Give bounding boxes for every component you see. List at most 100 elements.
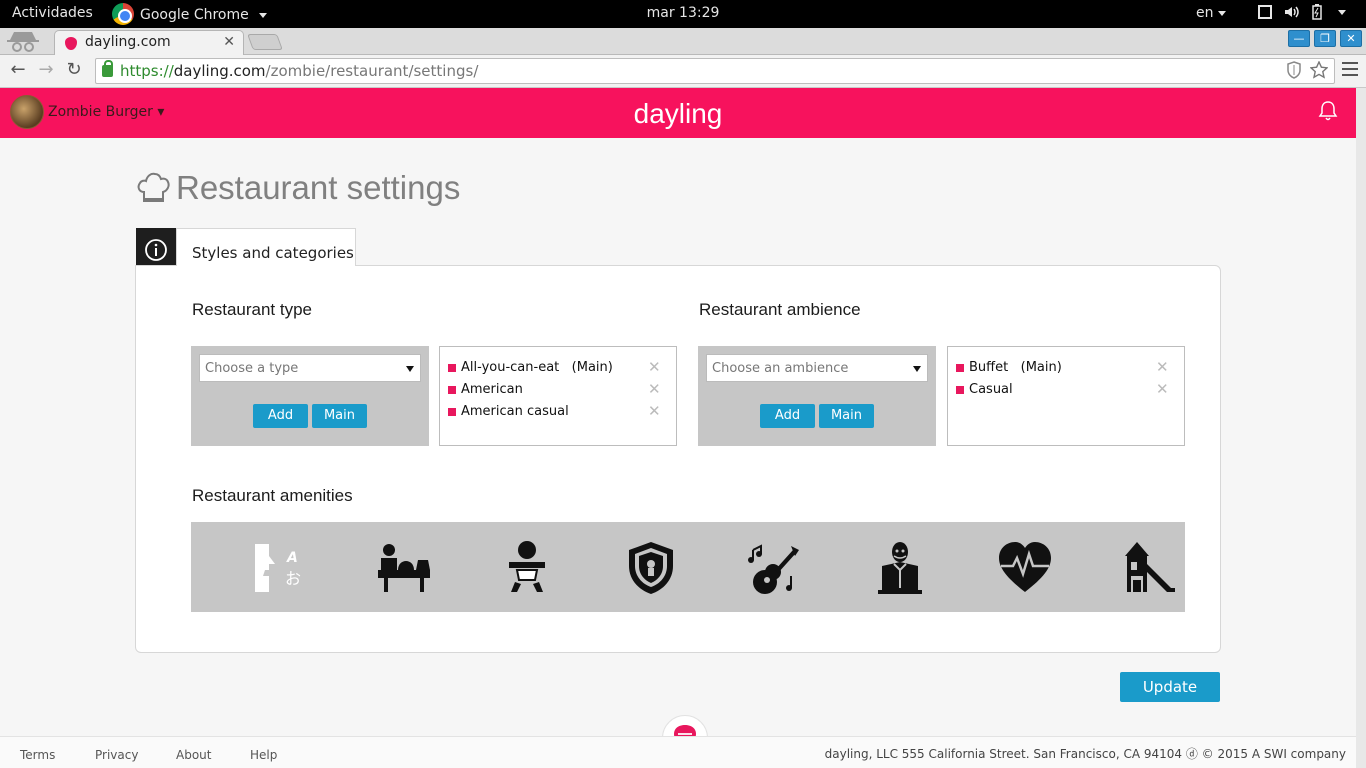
volume-icon [1285, 6, 1299, 18]
restaurant-type-title: Restaurant type [192, 300, 313, 319]
list-item[interactable]: Casual ✕ [956, 380, 1169, 398]
footer-link-help[interactable]: Help [250, 748, 277, 762]
activities-button[interactable]: Actividades [12, 5, 93, 21]
tag-marker [448, 385, 456, 394]
new-tab-button[interactable] [247, 34, 283, 50]
svg-text:A: A [286, 550, 298, 566]
update-button[interactable]: Update [1120, 672, 1220, 702]
tag-marker [956, 363, 964, 372]
type-select-placeholder: Choose a type [205, 361, 299, 376]
list-item[interactable]: Buffet (Main) ✕ [956, 358, 1169, 376]
svg-text:お: お [285, 569, 301, 588]
battery-icon [1312, 4, 1322, 20]
system-top-bar: Actividades Google Chrome mar 13:29 en [0, 0, 1366, 28]
tag-marker [448, 363, 456, 372]
remove-icon[interactable]: ✕ [648, 402, 661, 420]
footer-address: dayling, LLC 555 California Street. San … [824, 747, 1346, 761]
chevron-down-icon [1338, 9, 1346, 15]
app-menu-label: Google Chrome [140, 7, 249, 23]
incognito-icon [7, 32, 39, 52]
footer-link-privacy[interactable]: Privacy [95, 748, 138, 762]
add-ambience-button[interactable]: Add [760, 404, 815, 428]
dayling-logo[interactable]: dayling [0, 98, 1356, 130]
caret-down-icon [913, 366, 921, 372]
chevron-down-icon [1217, 10, 1226, 16]
reload-icon[interactable]: ↻ [64, 60, 84, 80]
add-type-button[interactable]: Add [253, 404, 308, 428]
bell-icon[interactable] [1318, 100, 1338, 122]
forward-icon[interactable]: → [36, 60, 56, 80]
minimize-icon[interactable]: — [1288, 30, 1310, 47]
system-status-menu[interactable] [1258, 4, 1346, 20]
close-tab-icon[interactable]: ✕ [223, 34, 235, 50]
tag-main-suffix: (Main) [1020, 360, 1062, 375]
page-scrollbar[interactable] [1356, 88, 1366, 768]
main-ambience-button[interactable]: Main [819, 404, 874, 428]
tag-label: Casual [969, 382, 1013, 397]
remove-icon[interactable]: ✕ [1156, 380, 1169, 398]
tag-marker [956, 385, 964, 394]
butler-icon[interactable] [872, 540, 928, 596]
url-host: dayling.com [173, 62, 266, 80]
language-label: en [1196, 5, 1214, 21]
restaurant-amenities-title: Restaurant amenities [192, 486, 353, 505]
reception-desk-icon[interactable] [374, 540, 430, 596]
info-icon [145, 238, 167, 261]
baby-icon[interactable] [499, 540, 555, 596]
app-header: Zombie Burger ▾ dayling [0, 88, 1356, 138]
playground-icon[interactable] [1121, 540, 1177, 596]
ambience-list: Buffet (Main) ✕ Casual ✕ [947, 346, 1185, 446]
tag-label: All-you-can-eat [461, 360, 560, 375]
tag-marker [448, 407, 456, 416]
chevron-down-icon [258, 12, 267, 18]
tag-label: American [461, 382, 523, 397]
remove-icon[interactable]: ✕ [1156, 358, 1169, 376]
page-title: Restaurant settings [176, 169, 461, 206]
bookmark-star-icon[interactable] [1310, 61, 1328, 79]
language-selector[interactable]: en [1196, 5, 1226, 21]
lock-icon [102, 60, 113, 77]
page-header: Restaurant settings [136, 168, 460, 208]
caret-down-icon [406, 366, 414, 372]
app-menu[interactable]: Google Chrome [112, 3, 267, 25]
main-type-button[interactable]: Main [312, 404, 367, 428]
address-bar[interactable]: https://dayling.com/zombie/restaurant/se… [95, 58, 1335, 84]
amenities-strip: A お [191, 522, 1185, 612]
tab-title: dayling.com [85, 34, 171, 50]
type-list: All-you-can-eat (Main) ✕ American ✕ Amer… [439, 346, 677, 446]
list-item[interactable]: All-you-can-eat (Main) ✕ [448, 358, 661, 376]
language-icon[interactable]: A お [251, 540, 307, 596]
ambience-select-placeholder: Choose an ambience [712, 361, 849, 376]
window-controls: — ❐ ✕ [1288, 30, 1362, 47]
shield-icon[interactable] [1286, 61, 1302, 79]
dayling-favicon-icon [65, 37, 77, 50]
tab-styles-and-categories[interactable]: Styles and categories [176, 228, 356, 266]
browser-tab-strip: dayling.com ✕ — ❐ ✕ [0, 28, 1366, 55]
security-badge-icon[interactable] [623, 540, 679, 596]
chef-hat-icon [137, 172, 170, 202]
type-select[interactable]: Choose a type [199, 354, 421, 382]
browser-tab[interactable]: dayling.com ✕ [54, 30, 244, 55]
ambience-chooser: Choose an ambience Add Main [698, 346, 936, 446]
list-item[interactable]: American casual ✕ [448, 402, 661, 420]
tag-main-suffix: (Main) [571, 360, 613, 375]
footer-link-about[interactable]: About [176, 748, 211, 762]
back-icon[interactable]: ← [8, 60, 28, 80]
browser-toolbar: ← → ↻ https://dayling.com/zombie/restaur… [0, 55, 1366, 88]
heartbeat-icon[interactable] [997, 540, 1053, 596]
remove-icon[interactable]: ✕ [648, 380, 661, 398]
url-scheme: https:// [120, 62, 174, 80]
page-footer: Terms Privacy About Help dayling, LLC 55… [0, 736, 1356, 768]
tag-label: American casual [461, 404, 569, 419]
remove-icon[interactable]: ✕ [648, 358, 661, 376]
type-chooser: Choose a type Add Main [191, 346, 429, 446]
close-window-icon[interactable]: ✕ [1340, 30, 1362, 47]
ambience-select[interactable]: Choose an ambience [706, 354, 928, 382]
list-item[interactable]: American ✕ [448, 380, 661, 398]
maximize-icon[interactable]: ❐ [1314, 30, 1336, 47]
tag-label: Buffet [969, 360, 1009, 375]
chrome-menu-icon[interactable] [1342, 62, 1358, 80]
url-path: /zombie/restaurant/settings/ [265, 62, 479, 80]
footer-link-terms[interactable]: Terms [20, 748, 55, 762]
live-music-icon[interactable] [747, 540, 803, 596]
